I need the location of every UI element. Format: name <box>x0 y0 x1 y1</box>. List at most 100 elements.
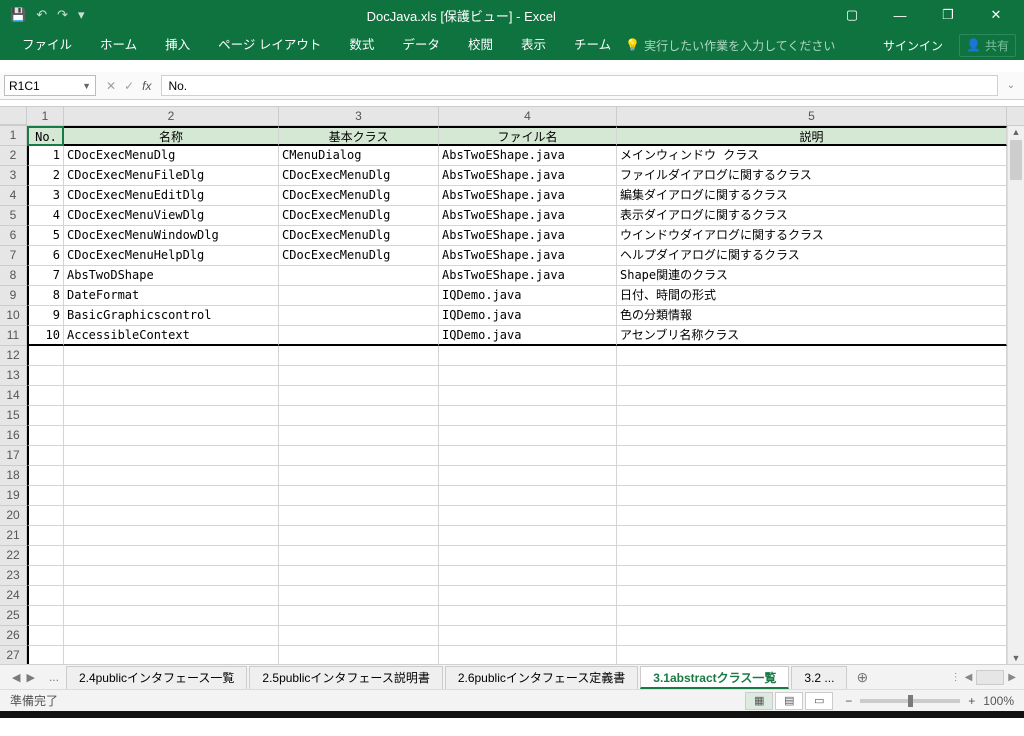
table-header-cell[interactable]: 説明 <box>617 126 1007 146</box>
table-cell[interactable] <box>27 586 64 606</box>
hscroll-right-icon[interactable]: ▶ <box>1008 672 1016 683</box>
table-cell[interactable] <box>279 266 439 286</box>
table-cell[interactable] <box>617 566 1007 586</box>
table-cell[interactable] <box>27 606 64 626</box>
table-header-cell[interactable]: 名称 <box>64 126 279 146</box>
table-cell[interactable]: メインウィンドウ クラス <box>617 146 1007 166</box>
sheet-tab[interactable]: 2.5publicインタフェース説明書 <box>249 666 442 689</box>
table-cell[interactable] <box>64 346 279 366</box>
table-cell[interactable] <box>27 566 64 586</box>
table-cell[interactable]: CMenuDialog <box>279 146 439 166</box>
table-cell[interactable] <box>439 386 617 406</box>
table-cell[interactable] <box>279 306 439 326</box>
table-cell[interactable]: CDocExecMenuDlg <box>279 226 439 246</box>
table-cell[interactable] <box>617 646 1007 664</box>
table-cell[interactable]: ウインドウダイアログに関するクラス <box>617 226 1007 246</box>
tab-review[interactable]: 校閲 <box>454 30 507 60</box>
table-cell[interactable]: IQDemo.java <box>439 306 617 326</box>
row-header[interactable]: 26 <box>0 626 27 646</box>
table-cell[interactable]: 3 <box>27 186 64 206</box>
table-cell[interactable]: 4 <box>27 206 64 226</box>
row-header[interactable]: 2 <box>0 146 27 166</box>
table-cell[interactable] <box>439 366 617 386</box>
table-cell[interactable] <box>27 346 64 366</box>
col-header[interactable]: 1 <box>27 107 64 125</box>
table-cell[interactable] <box>439 506 617 526</box>
table-cell[interactable]: CDocExecMenuDlg <box>279 186 439 206</box>
tab-view[interactable]: 表示 <box>507 30 560 60</box>
table-header-cell[interactable]: 基本クラス <box>279 126 439 146</box>
close-button[interactable]: ✕ <box>982 7 1010 23</box>
table-cell[interactable] <box>279 286 439 306</box>
table-cell[interactable] <box>439 646 617 664</box>
table-cell[interactable] <box>27 386 64 406</box>
table-cell[interactable] <box>279 486 439 506</box>
view-normal-icon[interactable]: ▦ <box>745 692 773 710</box>
table-cell[interactable] <box>279 586 439 606</box>
table-cell[interactable] <box>617 486 1007 506</box>
fx-icon[interactable]: fx <box>142 79 151 93</box>
table-cell[interactable] <box>617 466 1007 486</box>
table-cell[interactable] <box>64 546 279 566</box>
tab-file[interactable]: ファイル <box>8 30 86 60</box>
row-header[interactable]: 27 <box>0 646 27 664</box>
row-header[interactable]: 7 <box>0 246 27 266</box>
table-cell[interactable] <box>439 486 617 506</box>
share-button[interactable]: 👤 共有 <box>959 34 1016 57</box>
table-cell[interactable] <box>617 366 1007 386</box>
table-cell[interactable] <box>439 346 617 366</box>
col-header[interactable]: 4 <box>439 107 617 125</box>
table-cell[interactable] <box>27 406 64 426</box>
table-cell[interactable] <box>279 646 439 664</box>
grid-body[interactable]: No.名称基本クラスファイル名説明1CDocExecMenuDlgCMenuDi… <box>27 126 1007 664</box>
table-cell[interactable]: CDocExecMenuDlg <box>279 166 439 186</box>
row-header[interactable]: 16 <box>0 426 27 446</box>
scroll-up-icon[interactable]: ▲ <box>1008 127 1024 137</box>
redo-icon[interactable]: ↷ <box>57 7 68 23</box>
table-cell[interactable]: BasicGraphicscontrol <box>64 306 279 326</box>
table-cell[interactable]: ヘルプダイアログに関するクラス <box>617 246 1007 266</box>
table-cell[interactable] <box>27 426 64 446</box>
table-cell[interactable]: AccessibleContext <box>64 326 279 346</box>
enter-formula-icon[interactable]: ✓ <box>124 79 134 93</box>
table-cell[interactable]: Shape関連のクラス <box>617 266 1007 286</box>
table-cell[interactable] <box>279 346 439 366</box>
table-cell[interactable] <box>279 466 439 486</box>
table-cell[interactable] <box>279 526 439 546</box>
table-cell[interactable]: IQDemo.java <box>439 326 617 346</box>
row-header[interactable]: 9 <box>0 286 27 306</box>
table-cell[interactable] <box>617 626 1007 646</box>
table-cell[interactable]: 2 <box>27 166 64 186</box>
table-cell[interactable]: CDocExecMenuWindowDlg <box>64 226 279 246</box>
tab-team[interactable]: チーム <box>560 30 625 60</box>
table-cell[interactable] <box>27 366 64 386</box>
table-cell[interactable] <box>64 426 279 446</box>
tab-home[interactable]: ホーム <box>86 30 151 60</box>
table-cell[interactable] <box>27 486 64 506</box>
row-header[interactable]: 14 <box>0 386 27 406</box>
row-header[interactable]: 11 <box>0 326 27 346</box>
table-cell[interactable] <box>439 406 617 426</box>
table-cell[interactable]: 6 <box>27 246 64 266</box>
table-cell[interactable] <box>64 406 279 426</box>
table-cell[interactable] <box>617 546 1007 566</box>
signin-link[interactable]: サインイン <box>883 37 943 54</box>
table-cell[interactable] <box>64 486 279 506</box>
table-cell[interactable]: 8 <box>27 286 64 306</box>
table-cell[interactable] <box>439 546 617 566</box>
tab-insert[interactable]: 挿入 <box>151 30 204 60</box>
sheet-tab[interactable]: 2.6publicインタフェース定義書 <box>445 666 638 689</box>
table-cell[interactable]: AbsTwoEShape.java <box>439 186 617 206</box>
col-header[interactable]: 2 <box>64 107 279 125</box>
table-cell[interactable]: CDocExecMenuHelpDlg <box>64 246 279 266</box>
table-cell[interactable] <box>617 446 1007 466</box>
row-header[interactable]: 20 <box>0 506 27 526</box>
table-cell[interactable]: AbsTwoEShape.java <box>439 146 617 166</box>
row-header[interactable]: 25 <box>0 606 27 626</box>
table-cell[interactable]: CDocExecMenuFileDlg <box>64 166 279 186</box>
table-cell[interactable] <box>64 366 279 386</box>
table-cell[interactable]: 日付、時間の形式 <box>617 286 1007 306</box>
table-cell[interactable]: 色の分類情報 <box>617 306 1007 326</box>
table-cell[interactable] <box>439 566 617 586</box>
table-cell[interactable] <box>617 526 1007 546</box>
